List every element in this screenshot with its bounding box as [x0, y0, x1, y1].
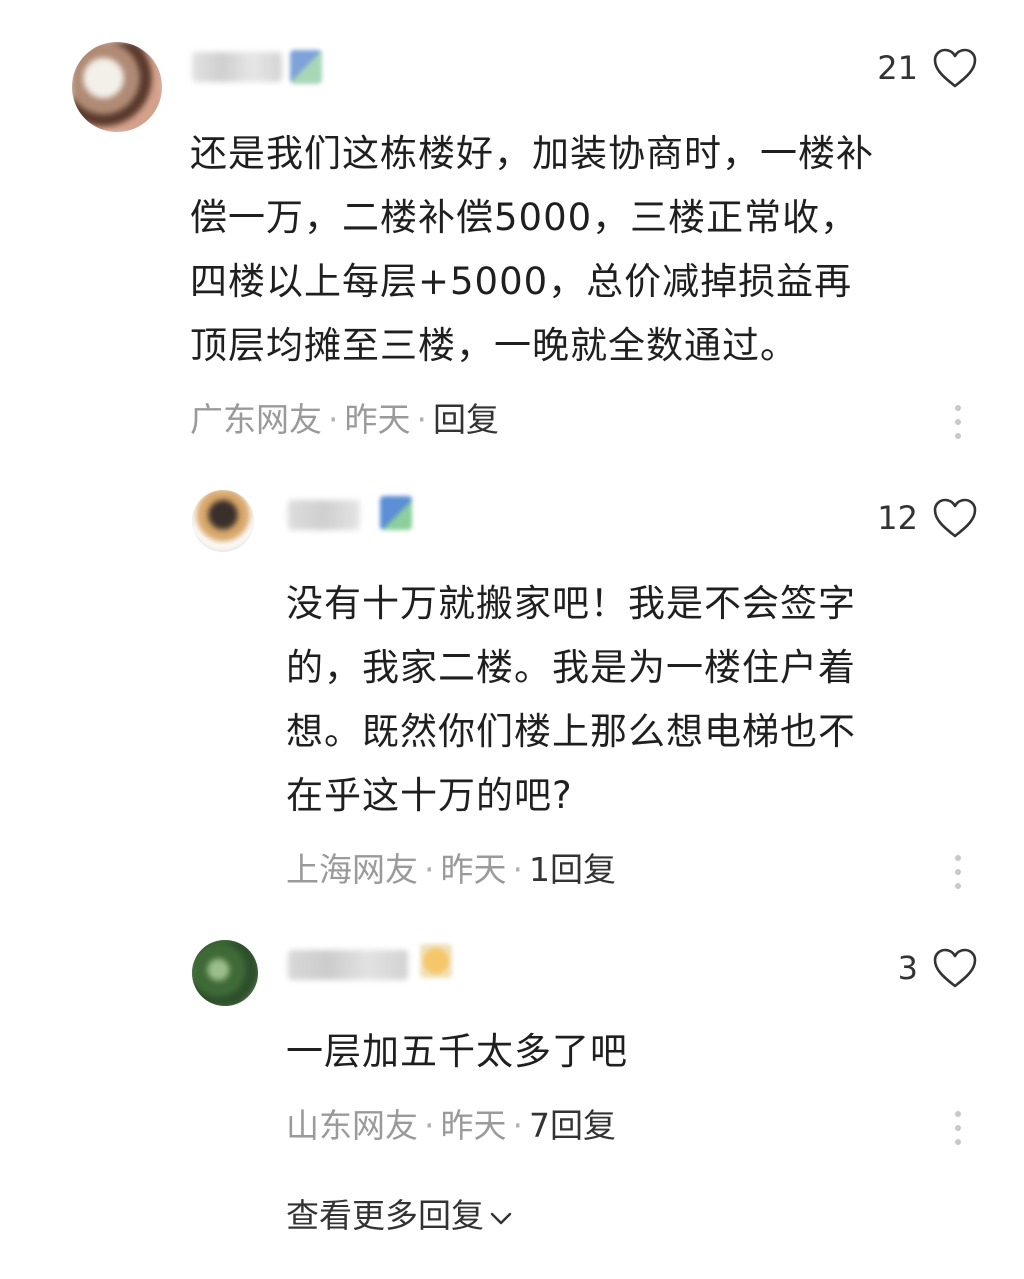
reply-button[interactable]: 7回复	[529, 1106, 616, 1145]
comment-text: 还是我们这栋楼好，加装协商时，一楼补 偿一万，二楼补偿5000，三楼正常收， 四…	[190, 132, 874, 367]
time-label: 昨天	[344, 400, 411, 439]
username[interactable]	[288, 500, 360, 530]
more-vertical-icon[interactable]	[946, 405, 970, 445]
reply-button[interactable]: 回复	[433, 400, 499, 439]
comment-meta: 山东网友 · 昨天 · 7回复	[286, 1106, 616, 1146]
comment-text: 一层加五千太多了吧	[286, 1030, 628, 1073]
avatar[interactable]	[192, 490, 254, 552]
heart-outline-icon[interactable]	[932, 947, 978, 989]
separator: ·	[512, 850, 524, 889]
chevron-down-icon	[490, 1212, 512, 1224]
heart-outline-icon[interactable]	[932, 497, 978, 539]
user-badge	[380, 496, 412, 530]
reply-button[interactable]: 1回复	[529, 850, 616, 889]
separator: ·	[424, 1106, 435, 1145]
comment-meta: 上海网友 · 昨天 · 1回复	[286, 850, 616, 890]
username[interactable]	[288, 950, 408, 980]
avatar[interactable]	[192, 940, 258, 1006]
like-count: 21	[877, 49, 918, 87]
location-label: 上海网友	[286, 850, 418, 889]
like-count: 12	[877, 499, 918, 537]
time-label: 昨天	[440, 1106, 507, 1145]
like-count: 3	[897, 949, 918, 987]
separator: ·	[328, 400, 339, 439]
comment-text: 没有十万就搬家吧！我是不会签字 的，我家二楼。我是为一楼住户着 想。既然你们楼上…	[286, 582, 856, 817]
location-label: 广东网友	[190, 400, 322, 439]
user-badge	[420, 944, 452, 978]
separator: ·	[424, 850, 435, 889]
separator: ·	[416, 400, 428, 439]
heart-outline-icon[interactable]	[932, 47, 978, 89]
username[interactable]	[192, 52, 282, 82]
avatar[interactable]	[72, 42, 162, 132]
view-more-label: 查看更多回复	[286, 1196, 484, 1235]
view-more-replies-button[interactable]: 查看更多回复	[286, 1196, 514, 1236]
more-vertical-icon[interactable]	[946, 1111, 970, 1151]
time-label: 昨天	[440, 850, 507, 889]
user-badge	[290, 50, 322, 84]
more-vertical-icon[interactable]	[946, 855, 970, 895]
comment-meta: 广东网友 · 昨天 · 回复	[190, 400, 499, 440]
location-label: 山东网友	[286, 1106, 418, 1145]
separator: ·	[512, 1106, 524, 1145]
